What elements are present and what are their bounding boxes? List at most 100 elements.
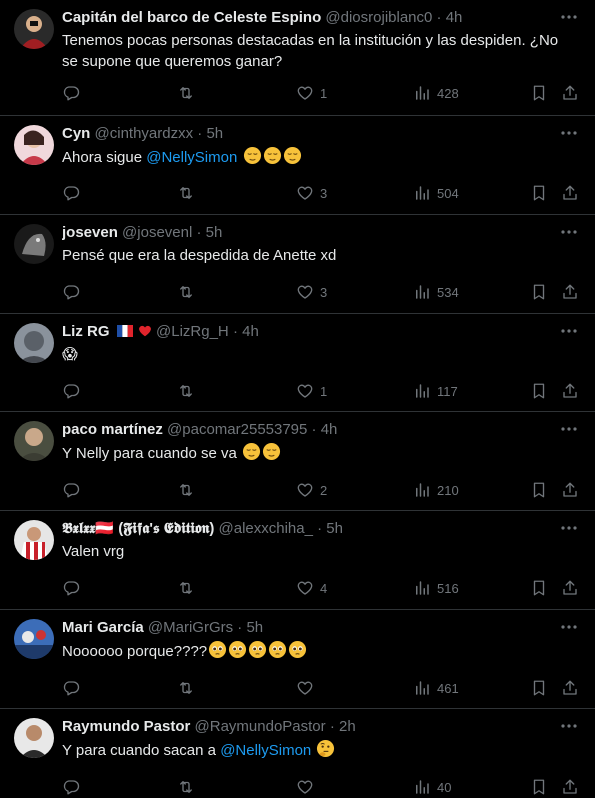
- tweet[interactable]: paco martínez @pacomar25553795 · 4h Y Ne…: [0, 412, 595, 511]
- like-button[interactable]: 3: [296, 282, 327, 302]
- timestamp[interactable]: 5h: [206, 125, 223, 142]
- bookmark-button[interactable]: [530, 678, 548, 698]
- timestamp[interactable]: 5h: [246, 619, 263, 636]
- avatar[interactable]: [14, 718, 54, 758]
- handle[interactable]: @RaymundoPastor: [195, 718, 326, 735]
- reply-button[interactable]: [62, 578, 80, 598]
- tweet[interactable]: Mari García @MariGrGrs · 5h Noooooo porq…: [0, 610, 595, 709]
- like-button[interactable]: 1: [296, 83, 327, 103]
- mention-link[interactable]: @NellySimon: [220, 742, 311, 759]
- display-name[interactable]: 𝕭𝖝𝖑𝖝𝖝🇦🇹 (𝕱𝖎𝖋𝖆'𝖘 𝕰𝖉𝖎𝖙𝖎𝖔𝖓): [62, 520, 214, 537]
- handle[interactable]: @MariGrGrs: [148, 619, 233, 636]
- handle[interactable]: @pacomar25553795: [167, 421, 307, 438]
- views-button[interactable]: 428: [413, 83, 459, 103]
- tweet[interactable]: Cyn @cinthyardzxx · 5h Ahora sigue @Nell…: [0, 116, 595, 215]
- display-name[interactable]: paco martínez: [62, 421, 163, 438]
- timestamp[interactable]: 2h: [339, 718, 356, 735]
- views-button[interactable]: 117: [413, 381, 458, 401]
- more-icon[interactable]: [559, 521, 579, 535]
- retweet-button[interactable]: [177, 83, 195, 103]
- views-button[interactable]: 504: [413, 183, 459, 203]
- share-button[interactable]: [561, 777, 579, 797]
- bookmark-button[interactable]: [530, 381, 548, 401]
- display-name[interactable]: Liz RG: [62, 323, 110, 340]
- avatar[interactable]: [14, 619, 54, 659]
- bookmark-button[interactable]: [530, 83, 548, 103]
- avatar[interactable]: [14, 421, 54, 461]
- retweet-button[interactable]: [177, 678, 195, 698]
- avatar[interactable]: [14, 9, 54, 49]
- handle[interactable]: @diosrojiblanc0: [325, 9, 432, 26]
- tweet[interactable]: Liz RG @LizRg_H · 4h 😱 1 117: [0, 314, 595, 412]
- like-button[interactable]: [296, 678, 320, 698]
- share-button[interactable]: [561, 678, 579, 698]
- tweet[interactable]: joseven @josevenl · 5h Pensé que era la …: [0, 215, 595, 314]
- timestamp[interactable]: 4h: [321, 421, 338, 438]
- share-button[interactable]: [561, 282, 579, 302]
- views-button[interactable]: 461: [413, 678, 459, 698]
- like-button[interactable]: 3: [296, 183, 327, 203]
- timestamp[interactable]: 4h: [446, 9, 463, 26]
- retweet-button[interactable]: [177, 578, 195, 598]
- handle[interactable]: @cinthyardzxx: [95, 125, 194, 142]
- share-button[interactable]: [561, 83, 579, 103]
- display-name[interactable]: Raymundo Pastor: [62, 718, 190, 735]
- reply-button[interactable]: [62, 183, 80, 203]
- display-name[interactable]: Cyn: [62, 125, 90, 142]
- retweet-button[interactable]: [177, 777, 195, 797]
- retweet-button[interactable]: [177, 480, 195, 500]
- share-button[interactable]: [561, 183, 579, 203]
- more-icon[interactable]: [559, 719, 579, 733]
- reply-button[interactable]: [62, 282, 80, 302]
- share-button[interactable]: [561, 381, 579, 401]
- timestamp[interactable]: 4h: [242, 323, 259, 340]
- tweet-header: paco martínez @pacomar25553795 · 4h: [62, 420, 555, 442]
- timestamp[interactable]: 5h: [206, 224, 223, 241]
- tweet[interactable]: 𝕭𝖝𝖑𝖝𝖝🇦🇹 (𝕱𝖎𝖋𝖆'𝖘 𝕰𝖉𝖎𝖙𝖎𝖔𝖓) @alexxchiha_ · …: [0, 511, 595, 610]
- like-button[interactable]: 1: [296, 381, 327, 401]
- more-icon[interactable]: [559, 422, 579, 436]
- more-icon[interactable]: [559, 225, 579, 239]
- more-icon[interactable]: [559, 126, 579, 140]
- tweet[interactable]: Raymundo Pastor @RaymundoPastor · 2h Y p…: [0, 709, 595, 798]
- avatar[interactable]: [14, 520, 54, 560]
- reply-button[interactable]: [62, 480, 80, 500]
- avatar[interactable]: [14, 125, 54, 165]
- display-name[interactable]: joseven: [62, 224, 118, 241]
- like-button[interactable]: 2: [296, 480, 327, 500]
- handle[interactable]: @alexxchiha_: [219, 520, 313, 537]
- mention-link[interactable]: @NellySimon: [146, 149, 237, 166]
- handle[interactable]: @josevenl: [122, 224, 192, 241]
- like-button[interactable]: 4: [296, 578, 327, 598]
- retweet-button[interactable]: [177, 381, 195, 401]
- retweet-button[interactable]: [177, 282, 195, 302]
- views-button[interactable]: 210: [413, 480, 459, 500]
- views-button[interactable]: 516: [413, 578, 459, 598]
- views-button[interactable]: 40: [413, 777, 451, 797]
- retweet-button[interactable]: [177, 183, 195, 203]
- reply-button[interactable]: [62, 381, 80, 401]
- reply-button[interactable]: [62, 777, 80, 797]
- display-name[interactable]: Capitán del barco de Celeste Espino: [62, 9, 321, 26]
- timestamp[interactable]: 5h: [326, 520, 343, 537]
- handle[interactable]: @LizRg_H: [156, 323, 229, 340]
- bookmark-button[interactable]: [530, 183, 548, 203]
- bookmark-button[interactable]: [530, 578, 548, 598]
- more-icon[interactable]: [559, 324, 579, 338]
- share-button[interactable]: [561, 480, 579, 500]
- views-button[interactable]: 534: [413, 282, 459, 302]
- display-name[interactable]: Mari García: [62, 619, 144, 636]
- bookmark-button[interactable]: [530, 777, 548, 797]
- reply-button[interactable]: [62, 83, 80, 103]
- views-icon: [416, 581, 429, 595]
- avatar[interactable]: [14, 323, 54, 363]
- reply-button[interactable]: [62, 678, 80, 698]
- bookmark-button[interactable]: [530, 282, 548, 302]
- bookmark-button[interactable]: [530, 480, 548, 500]
- more-icon[interactable]: [559, 10, 579, 24]
- share-button[interactable]: [561, 578, 579, 598]
- like-button[interactable]: [296, 777, 320, 797]
- avatar[interactable]: [14, 224, 54, 264]
- tweet[interactable]: Capitán del barco de Celeste Espino @dio…: [0, 0, 595, 116]
- more-icon[interactable]: [559, 620, 579, 634]
